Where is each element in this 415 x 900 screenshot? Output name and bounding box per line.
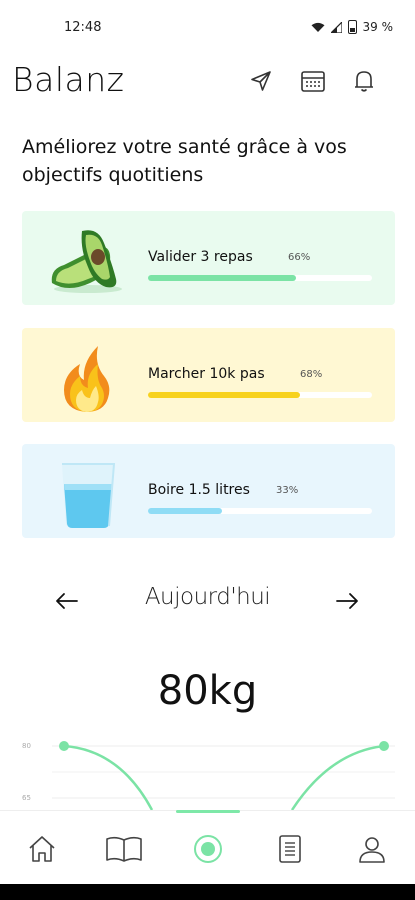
goal-progress-track [148,275,372,281]
tab-home[interactable] [22,829,62,869]
data-point[interactable] [379,741,389,751]
goal-card-water[interactable]: Boire 1.5 litres 33% [22,444,395,538]
day-navigation: Aujourd'hui [0,578,415,624]
data-point[interactable] [59,741,69,751]
arrow-right-icon [336,593,358,609]
goal-progress-fill [148,392,301,398]
intro-text: Améliorez votre santé grâce à vos object… [22,136,347,186]
goal-label: Marcher 10k pas [148,366,265,382]
avocado-icon [51,230,122,293]
tab-profile[interactable] [352,829,392,869]
wifi-icon [311,22,324,32]
goal-card-meals[interactable]: Valider 3 repas 66% [22,211,395,305]
weight-line [63,744,154,810]
water-glass-icon [62,463,116,528]
bell-icon[interactable] [349,66,379,96]
send-icon[interactable] [246,66,276,96]
bottom-navigation [0,810,415,885]
flame-icon [64,346,110,412]
y-tick-label: 65 [22,794,31,802]
user-icon [359,837,385,863]
document-icon [279,835,301,863]
tab-journal[interactable] [104,829,144,869]
tab-goals[interactable] [188,829,228,869]
home-icon [29,836,55,862]
weight-chart: 80 65 [22,741,395,810]
goal-percent: 33% [276,485,299,496]
goal-percent: 66% [288,252,311,263]
tab-notes[interactable] [270,829,310,869]
battery-icon [347,20,357,34]
weight-line [290,744,385,810]
book-icon [106,836,142,862]
app-title: Balanz [12,60,125,99]
status-icons: 39 % [311,20,394,34]
gesture-bar [0,884,415,900]
target-icon [194,835,222,863]
goal-card-steps[interactable]: Marcher 10k pas 68% [22,328,395,422]
y-tick-label: 80 [22,742,31,750]
goal-label: Valider 3 repas [148,249,253,265]
goal-percent: 68% [300,369,323,380]
next-day-button[interactable] [332,586,362,616]
battery-level: 39 % [362,20,394,34]
goal-progress-track [148,392,372,398]
goal-progress-track [148,508,372,514]
status-bar: 12:48 39 % [0,0,415,56]
goal-label: Boire 1.5 litres [148,482,250,498]
signal-icon [330,21,342,33]
goal-progress-fill [148,275,296,281]
active-tab-indicator [176,810,240,813]
status-time: 12:48 [64,20,102,35]
goal-progress-fill [148,508,222,514]
weight-value: 80kg [157,668,258,714]
calendar-icon[interactable] [298,66,328,96]
